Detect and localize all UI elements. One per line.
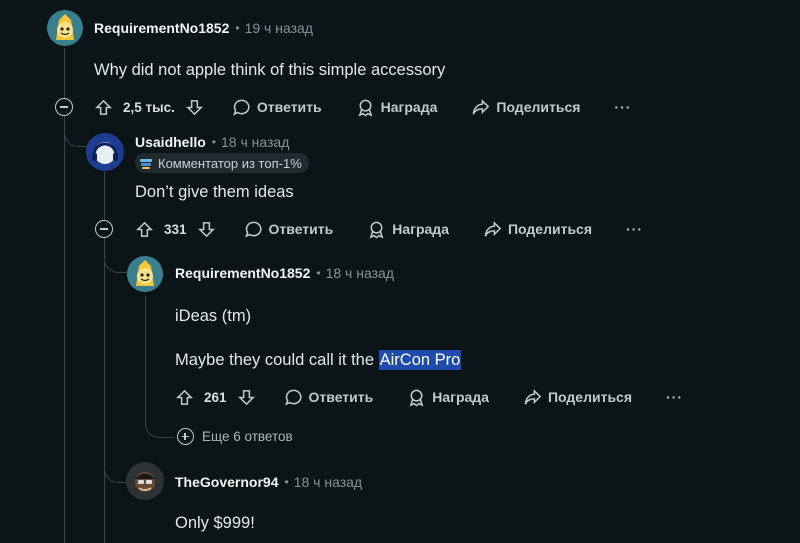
avatar[interactable]: [127, 256, 163, 292]
plus-circle-icon: [177, 428, 194, 445]
character-avatar-icon: [126, 462, 164, 500]
upvote-icon[interactable]: [135, 220, 154, 239]
comment-meta: RequirementNo1852 • 19 ч назад: [94, 20, 313, 36]
thread-branch: [104, 240, 127, 273]
avatar[interactable]: [86, 133, 124, 171]
award-icon: [409, 389, 424, 407]
share-button[interactable]: Поделиться: [471, 98, 580, 117]
comment-body-line: iDeas (tm): [175, 307, 252, 325]
downvote-icon[interactable]: [237, 388, 256, 407]
vote-group: 2,5 тыс.: [94, 98, 204, 117]
comment-bubble-icon: [232, 99, 250, 116]
thread-line-level3: [145, 296, 146, 420]
share-button[interactable]: Поделиться: [523, 388, 632, 407]
comment-body-line: Maybe they could call it the AirCon Pro: [175, 350, 462, 370]
share-icon: [524, 388, 542, 404]
comment-body: Why did not apple think of this simple a…: [94, 61, 446, 79]
share-button[interactable]: Поделиться: [483, 220, 592, 239]
snoo-avatar-icon: [127, 256, 163, 292]
more-replies-button[interactable]: Еще 6 ответов: [177, 428, 293, 445]
username[interactable]: TheGovernor94: [175, 474, 278, 490]
vote-count: 2,5 тыс.: [123, 99, 175, 115]
comment-actions: 261 Ответить Награда Поделиться ···: [175, 386, 683, 408]
selected-text-highlight: AirCon Pro: [378, 350, 462, 370]
comment-meta: RequirementNo1852 • 18 ч назад: [175, 265, 394, 281]
badge-label: Комментатор из топ-1%: [158, 155, 302, 171]
downvote-icon[interactable]: [185, 98, 204, 117]
reply-button[interactable]: Ответить: [284, 388, 373, 407]
timestamp[interactable]: 18 ч назад: [221, 134, 289, 150]
username[interactable]: Usaidhello: [135, 134, 206, 150]
top-commenter-badge: Комментатор из топ-1%: [135, 153, 309, 173]
vote-group: 261: [175, 388, 256, 407]
timestamp[interactable]: 19 ч назад: [245, 20, 313, 36]
timestamp[interactable]: 18 ч назад: [326, 265, 394, 281]
headphones-avatar-icon: [86, 133, 124, 171]
separator-dot: •: [235, 21, 240, 35]
thread-branch: [64, 118, 87, 147]
award-button[interactable]: Награда: [367, 220, 449, 239]
snoo-avatar-icon: [47, 10, 83, 46]
downvote-icon[interactable]: [197, 220, 216, 239]
comment-actions: 331 Ответить Награда Поделиться ···: [135, 218, 643, 240]
thread-branch: [104, 450, 127, 483]
comment-meta: TheGovernor94 • 18 ч назад: [175, 474, 362, 490]
award-icon: [358, 99, 373, 117]
award-button[interactable]: Награда: [407, 388, 489, 407]
share-icon: [484, 220, 502, 236]
more-replies-label: Еще 6 ответов: [202, 429, 293, 444]
collapse-thread-button[interactable]: [95, 220, 113, 238]
collapse-thread-button[interactable]: [55, 98, 73, 116]
avatar[interactable]: [47, 10, 83, 46]
body-text-prefix: Maybe they could call it the: [175, 351, 379, 369]
username[interactable]: RequirementNo1852: [175, 265, 310, 281]
comment-bubble-icon: [244, 221, 262, 238]
comment-actions: 2,5 тыс. Ответить Награда Поделиться ···: [94, 96, 631, 118]
separator-dot: •: [316, 266, 321, 280]
share-icon: [472, 98, 490, 114]
more-options-button[interactable]: ···: [666, 389, 683, 405]
vote-count: 331: [164, 221, 187, 237]
more-options-button[interactable]: ···: [626, 221, 643, 237]
separator-dot: •: [211, 135, 216, 149]
vote-group: 331: [135, 220, 216, 239]
timestamp[interactable]: 18 ч назад: [294, 474, 362, 490]
separator-dot: •: [284, 475, 289, 489]
thread-branch: [145, 408, 174, 438]
award-icon: [369, 221, 384, 239]
comment-bubble-icon: [284, 389, 302, 406]
top-commenter-icon: [140, 159, 152, 169]
upvote-icon[interactable]: [175, 388, 194, 407]
comment-meta: Usaidhello • 18 ч назад: [135, 134, 289, 150]
avatar[interactable]: [126, 462, 164, 500]
reply-button[interactable]: Ответить: [244, 220, 333, 239]
vote-count: 261: [204, 389, 227, 405]
reply-button[interactable]: Ответить: [232, 98, 322, 117]
award-button[interactable]: Награда: [356, 98, 437, 117]
upvote-icon[interactable]: [94, 98, 113, 117]
comment-body: Only $999!: [175, 514, 255, 532]
more-options-button[interactable]: ···: [614, 99, 631, 115]
username[interactable]: RequirementNo1852: [94, 20, 229, 36]
comment-body: Don’t give them ideas: [135, 183, 294, 201]
